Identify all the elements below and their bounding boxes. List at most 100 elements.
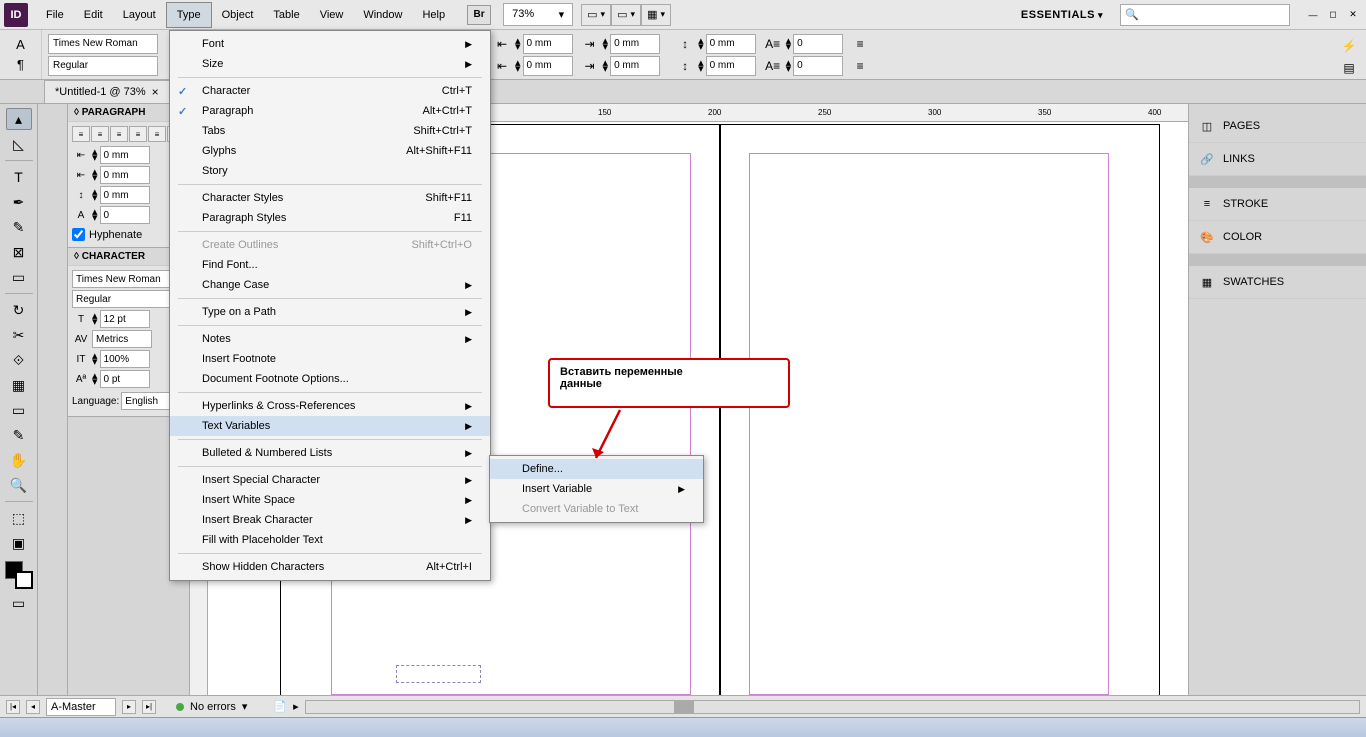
scissors-tool[interactable]: ✂ xyxy=(6,324,32,346)
bridge-icon[interactable]: Br xyxy=(467,5,491,25)
prev-page-button[interactable]: ◂ xyxy=(26,700,40,714)
menu-font[interactable]: Font▶ xyxy=(170,34,490,54)
justify-left-icon[interactable]: ≡ xyxy=(129,126,147,142)
menu-tabs[interactable]: TabsShift+Ctrl+T xyxy=(170,121,490,141)
quick-apply-icon[interactable]: ⚡ xyxy=(1338,36,1360,56)
menu-change-case[interactable]: Change Case▶ xyxy=(170,275,490,295)
rectangle-frame-tool[interactable]: ⊠ xyxy=(6,241,32,263)
align-center-icon[interactable]: ≡ xyxy=(91,126,109,142)
selection-tool[interactable]: ▴ xyxy=(6,108,32,130)
workspace-selector[interactable]: ESSENTIALS xyxy=(1010,4,1114,26)
menu-help[interactable]: Help xyxy=(412,3,455,27)
space-after-icon[interactable]: ↕ xyxy=(674,56,696,76)
search-box[interactable]: 🔍 xyxy=(1120,4,1290,26)
menu-flyout-icon[interactable]: ▤ xyxy=(1338,58,1360,78)
view-mode-2[interactable]: ▭ xyxy=(611,4,641,26)
justify-center-icon[interactable]: ≡ xyxy=(148,126,166,142)
type-tool[interactable]: T xyxy=(6,166,32,188)
indent-right2-input[interactable]: 0 mm xyxy=(610,56,660,76)
stroke-swatch[interactable] xyxy=(15,571,33,589)
close-button[interactable]: ✕ xyxy=(1344,7,1362,23)
menu-special-character[interactable]: Insert Special Character▶ xyxy=(170,470,490,490)
char-font-input[interactable]: Times New Roman xyxy=(72,270,177,288)
last-page-button[interactable]: ▸| xyxy=(142,700,156,714)
baseline-input[interactable]: 0 pt xyxy=(100,370,150,388)
color-panel-button[interactable]: 🎨COLOR xyxy=(1189,221,1366,254)
menu-file[interactable]: File xyxy=(36,3,74,27)
zoom-tool[interactable]: 🔍 xyxy=(6,474,32,496)
view-mode-1[interactable]: ▭ xyxy=(581,4,611,26)
kerning-input[interactable]: Metrics xyxy=(92,330,152,348)
menu-character-styles[interactable]: Character StylesShift+F11 xyxy=(170,188,490,208)
next-page-button[interactable]: ▸ xyxy=(122,700,136,714)
indent-left-icon[interactable]: ⇤ xyxy=(491,34,513,54)
gradient-tool[interactable]: ▦ xyxy=(6,374,32,396)
menu-find-font[interactable]: Find Font... xyxy=(170,255,490,275)
pen-tool[interactable]: ✒ xyxy=(6,191,32,213)
space-after-input[interactable]: 0 mm xyxy=(706,56,756,76)
font-style-input[interactable]: Regular xyxy=(48,56,158,76)
menu-placeholder-text[interactable]: Fill with Placeholder Text xyxy=(170,530,490,550)
scale-input[interactable]: 100% xyxy=(100,350,150,368)
pencil-tool[interactable]: ✎ xyxy=(6,216,32,238)
swatches-panel-button[interactable]: ▦SWATCHES xyxy=(1189,266,1366,299)
zoom-level[interactable]: 73%▾ xyxy=(503,3,573,26)
minimize-button[interactable]: — xyxy=(1304,7,1322,23)
font-size-input[interactable]: 12 pt xyxy=(100,310,150,328)
note-tool[interactable]: ▭ xyxy=(6,399,32,421)
align-left-icon[interactable]: ≡ xyxy=(72,126,90,142)
menu-glyphs[interactable]: GlyphsAlt+Shift+F11 xyxy=(170,141,490,161)
menu-paragraph-styles[interactable]: Paragraph StylesF11 xyxy=(170,208,490,228)
menu-size[interactable]: Size▶ xyxy=(170,54,490,74)
menu-character[interactable]: ✓CharacterCtrl+T xyxy=(170,81,490,101)
space-before-input[interactable]: 0 mm xyxy=(706,34,756,54)
apply-color[interactable]: ▣ xyxy=(6,532,32,554)
language-input[interactable]: English xyxy=(121,392,171,410)
menu-break-character[interactable]: Insert Break Character▶ xyxy=(170,510,490,530)
hyphenate-checkbox[interactable] xyxy=(72,228,85,241)
menu-hyperlinks[interactable]: Hyperlinks & Cross-References▶ xyxy=(170,396,490,416)
hand-tool[interactable]: ✋ xyxy=(6,449,32,471)
space-before-icon[interactable]: ↕ xyxy=(674,34,696,54)
dropcap-chars-input[interactable]: 0 xyxy=(793,56,843,76)
open-doc-icon[interactable]: 📄 xyxy=(273,700,287,713)
screen-mode[interactable]: ▭ xyxy=(6,592,32,614)
char-format-icon[interactable]: A xyxy=(11,36,31,54)
menu-view[interactable]: View xyxy=(310,3,354,27)
eyedropper-tool[interactable]: ✎ xyxy=(6,424,32,446)
menu-notes[interactable]: Notes▶ xyxy=(170,329,490,349)
menu-white-space[interactable]: Insert White Space▶ xyxy=(170,490,490,510)
page-indicator[interactable]: A-Master xyxy=(46,698,116,716)
pages-panel-button[interactable]: ◫PAGES xyxy=(1189,110,1366,143)
para-indent-input[interactable]: 0 mm xyxy=(100,146,150,164)
para-firstline-input[interactable]: 0 mm xyxy=(100,166,150,184)
align-right-icon[interactable]: ≡ xyxy=(110,126,128,142)
indent-left2-input[interactable]: 0 mm xyxy=(523,56,573,76)
menu-object[interactable]: Object xyxy=(212,3,264,27)
menu-hidden-characters[interactable]: Show Hidden CharactersAlt+Ctrl+I xyxy=(170,557,490,577)
indent-left2-icon[interactable]: ⇤ xyxy=(491,56,513,76)
font-family-input[interactable]: Times New Roman xyxy=(48,34,158,54)
stroke-panel-button[interactable]: ≡STROKE xyxy=(1189,188,1366,221)
horizontal-scrollbar[interactable] xyxy=(305,700,1360,714)
color-swatches[interactable] xyxy=(5,561,33,589)
para-format-icon[interactable]: ¶ xyxy=(11,56,31,74)
para-space-input[interactable]: 0 mm xyxy=(100,186,150,204)
rectangle-tool[interactable]: ▭ xyxy=(6,266,32,288)
indent-right-icon[interactable]: ⇥ xyxy=(579,34,601,54)
direct-selection-tool[interactable]: ◺ xyxy=(6,133,32,155)
menu-window[interactable]: Window xyxy=(353,3,412,27)
menu-bulleted-lists[interactable]: Bulleted & Numbered Lists▶ xyxy=(170,443,490,463)
first-page-button[interactable]: |◂ xyxy=(6,700,20,714)
dropcap-chars-icon[interactable]: A≡ xyxy=(762,56,784,76)
menu-story[interactable]: Story xyxy=(170,161,490,181)
dropcap-lines-input[interactable]: 0 xyxy=(793,34,843,54)
links-panel-button[interactable]: 🔗LINKS xyxy=(1189,143,1366,176)
menu-edit[interactable]: Edit xyxy=(74,3,113,27)
rotate-tool[interactable]: ↻ xyxy=(6,299,32,321)
numbering-icon[interactable]: ≡ xyxy=(849,56,871,76)
indent-right-input[interactable]: 0 mm xyxy=(610,34,660,54)
menu-paragraph[interactable]: ✓ParagraphAlt+Ctrl+T xyxy=(170,101,490,121)
bullets-icon[interactable]: ≡ xyxy=(849,34,871,54)
indent-right2-icon[interactable]: ⇥ xyxy=(579,56,601,76)
